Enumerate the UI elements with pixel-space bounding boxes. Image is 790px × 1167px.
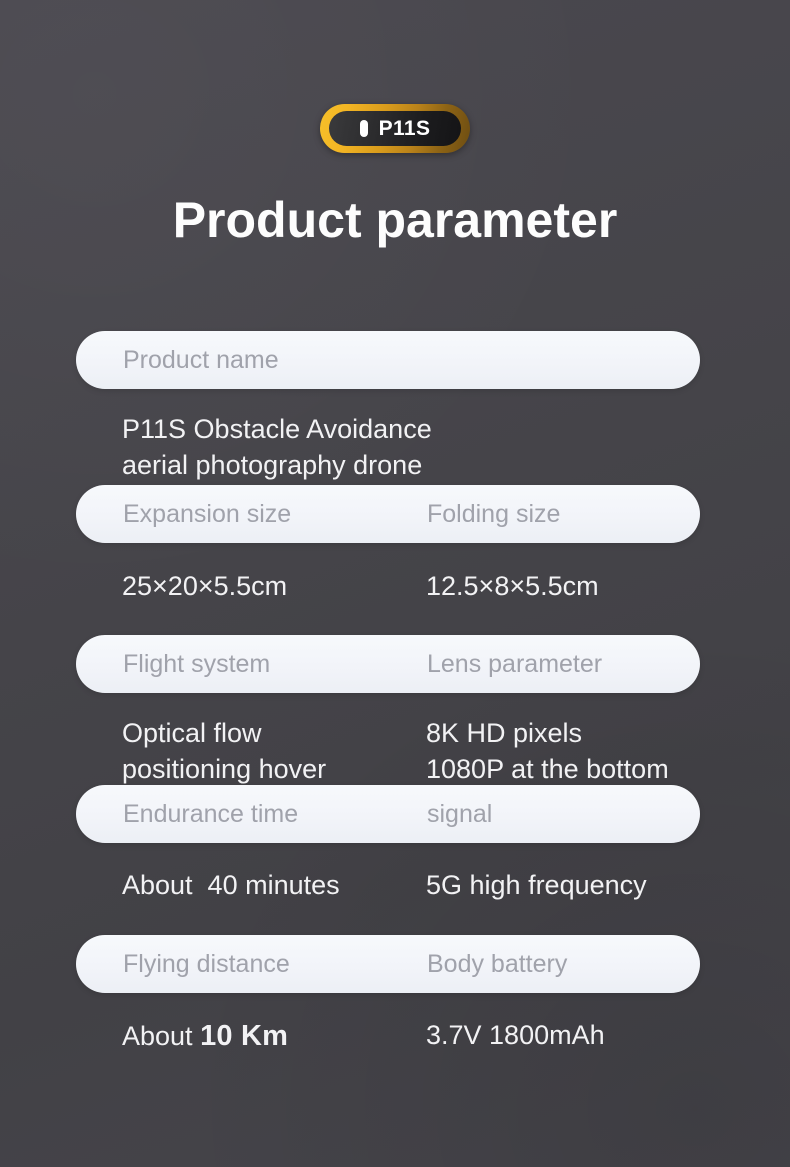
spec-value-lens-parameter: 8K HD pixels 1080P at the bottom [426, 718, 669, 785]
spec-value-flying-distance: About 10 Km [122, 1017, 288, 1056]
spec-values: P11S Obstacle Avoidance aerial photograp… [76, 389, 776, 485]
spec-label-body-battery: Body battery [427, 949, 568, 978]
spec-row-product-name: Product name P11S Obstacle Avoidance aer… [0, 331, 790, 485]
spec-label-flying-distance: Flying distance [123, 949, 290, 978]
spec-label-folding-size: Folding size [427, 499, 561, 528]
spec-label-product-name: Product name [123, 345, 279, 374]
spec-value-expansion-size: 25×20×5.5cm [122, 571, 288, 601]
spec-list: Product name P11S Obstacle Avoidance aer… [0, 331, 790, 1063]
spec-label-signal: signal [427, 799, 493, 828]
spec-label-pill: Flight system Lens parameter [76, 635, 700, 693]
spec-value-flying-distance-prefix: About [122, 1021, 201, 1051]
spec-value-signal: 5G high frequency [426, 870, 647, 900]
spec-value-flight-system: Optical flow positioning hover [122, 718, 327, 785]
spec-values: Optical flow positioning hover 8K HD pix… [76, 693, 776, 785]
spec-row-endurance-signal: Endurance time signal About 40 minutes 5… [0, 785, 790, 935]
vertical-bar-icon [359, 120, 368, 137]
spec-values: About 10 Km 3.7V 1800mAh [76, 993, 776, 1063]
spec-label-lens-parameter: Lens parameter [427, 649, 603, 678]
spec-label-pill: Product name [76, 331, 700, 389]
spec-value-product-name: P11S Obstacle Avoidance aerial photograp… [122, 414, 432, 481]
spec-label-pill: Flying distance Body battery [76, 935, 700, 993]
spec-value-flying-distance-emphasis: 10 Km [200, 1020, 289, 1052]
spec-label-endurance-time: Endurance time [123, 799, 299, 828]
page-title: Product parameter [172, 192, 618, 248]
spec-label-pill: Expansion size Folding size [76, 485, 700, 543]
spec-row-flight-lens: Flight system Lens parameter Optical flo… [0, 635, 790, 785]
model-badge-inner: P11S [329, 111, 461, 146]
spec-row-distance-battery: Flying distance Body battery About 10 Km… [0, 935, 790, 1063]
spec-value-folding-size: 12.5×8×5.5cm [426, 571, 599, 601]
model-badge-label: P11S [378, 117, 431, 140]
spec-values: About 40 minutes 5G high frequency [76, 843, 776, 935]
spec-value-body-battery: 3.7V 1800mAh [426, 1020, 605, 1050]
spec-label-pill: Endurance time signal [76, 785, 700, 843]
spec-values: 25×20×5.5cm 12.5×8×5.5cm [76, 543, 776, 635]
model-badge-container: P11S [0, 104, 790, 153]
spec-row-sizes: Expansion size Folding size 25×20×5.5cm … [0, 485, 790, 635]
spec-value-endurance-time: About 40 minutes [122, 870, 340, 900]
spec-label-expansion-size: Expansion size [123, 499, 292, 528]
spec-label-flight-system: Flight system [123, 649, 271, 678]
model-badge: P11S [320, 104, 470, 153]
product-parameter-page: P11S Product parameter Product name P11S… [0, 0, 790, 1167]
